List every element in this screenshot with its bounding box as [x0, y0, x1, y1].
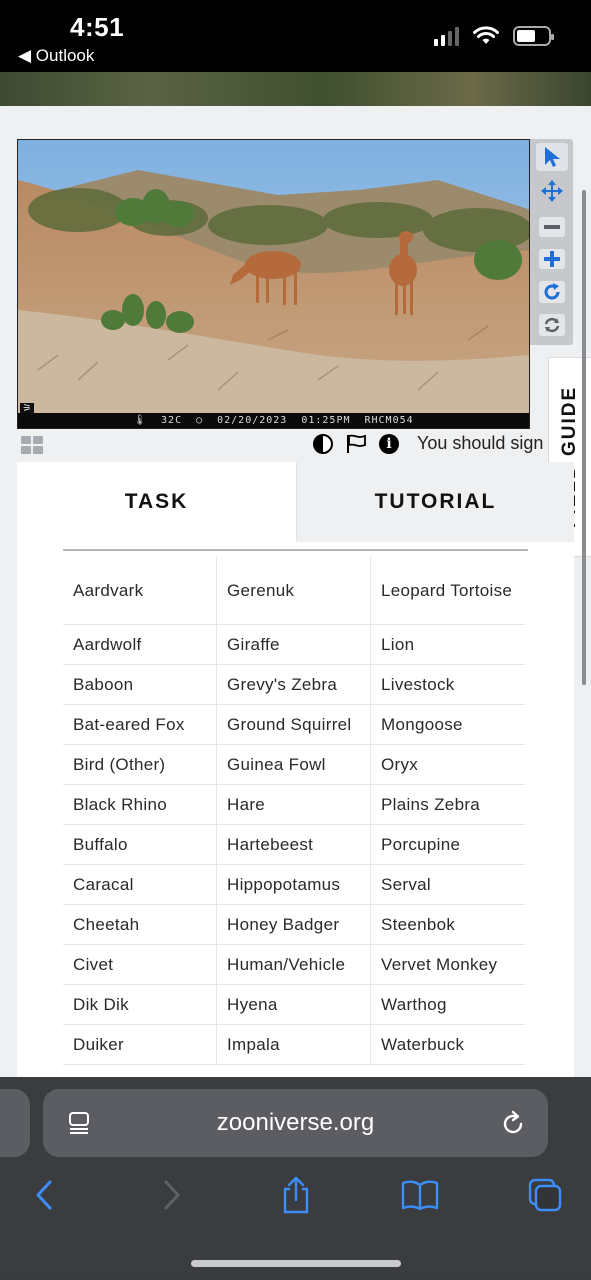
camera-info-strip: 🌡 32C ○ 02/20/2023 01:25PM RHCM054	[18, 413, 529, 428]
browser-toolbar: zooniverse.org	[0, 1077, 591, 1280]
species-choice-button[interactable]: Steenbok	[371, 905, 525, 945]
species-choice-button[interactable]: Vervet Monkey	[371, 945, 525, 985]
tabs-button[interactable]	[525, 1175, 565, 1215]
savanna-scene	[18, 140, 529, 428]
species-choice-button[interactable]: Livestock	[371, 665, 525, 705]
species-choice-button[interactable]: Caracal	[63, 865, 217, 905]
reload-icon[interactable]	[500, 1109, 526, 1137]
move-icon	[541, 180, 563, 202]
species-choice-button[interactable]: Giraffe	[217, 625, 371, 665]
chevron-right-icon	[164, 1180, 180, 1210]
bookmarks-button[interactable]	[400, 1175, 440, 1215]
species-choice-button[interactable]: Hyena	[217, 985, 371, 1025]
contrast-icon[interactable]	[313, 433, 333, 454]
species-choice-button[interactable]: Grevy's Zebra	[217, 665, 371, 705]
status-time: 4:51	[70, 12, 125, 42]
species-choice-button[interactable]: Bird (Other)	[63, 745, 217, 785]
tab-tutorial[interactable]: TUTORIAL	[296, 462, 574, 542]
page-scrollbar[interactable]	[582, 190, 586, 685]
species-choice-button[interactable]: Warthog	[371, 985, 525, 1025]
species-choice-grid: Aardvark Gerenuk Leopard Tortoise Aardwolf G…	[63, 557, 525, 1065]
subject-actions: i You should sign	[313, 433, 543, 454]
species-choice-button[interactable]: Lion	[371, 625, 525, 665]
reset-view-button[interactable]	[536, 311, 568, 339]
share-button[interactable]	[276, 1175, 316, 1215]
pan-tool-button[interactable]	[536, 177, 568, 205]
wifi-icon	[473, 26, 499, 44]
tab-task[interactable]: TASK	[17, 462, 296, 542]
species-choice-button[interactable]: Hippopotamus	[217, 865, 371, 905]
species-choice-button[interactable]: Dik Dik	[63, 985, 217, 1025]
photo-temperature: 32C	[161, 415, 183, 426]
battery-icon	[513, 26, 554, 46]
thumbnail-grid-icon[interactable]	[21, 436, 43, 454]
cursor-icon	[545, 147, 560, 167]
thermometer-icon: 🌡	[133, 415, 148, 426]
book-icon	[401, 1180, 439, 1211]
forward-button[interactable]	[152, 1175, 192, 1215]
select-tool-button[interactable]	[536, 143, 568, 171]
reset-icon	[539, 314, 565, 336]
home-indicator	[191, 1260, 401, 1267]
species-choice-button[interactable]: Black Rhino	[63, 785, 217, 825]
species-choice-button[interactable]: Human/Vehicle	[217, 945, 371, 985]
species-choice-button[interactable]: Oryx	[371, 745, 525, 785]
species-choice-button[interactable]: Waterbuck	[371, 1025, 525, 1065]
back-to-outlook-link[interactable]: ◀ Outlook	[18, 46, 94, 66]
status-bar: 4:51 ◀ Outlook	[0, 0, 591, 72]
species-choice-button[interactable]: Hartebeest	[217, 825, 371, 865]
moon-phase-icon: ○	[196, 415, 204, 426]
species-choice-button[interactable]: Gerenuk	[217, 557, 371, 625]
cellular-signal-icon	[434, 26, 459, 46]
photo-date: 02/20/2023	[217, 415, 288, 426]
species-choice-button[interactable]: Baboon	[63, 665, 217, 705]
species-choice-button[interactable]: Cheetah	[63, 905, 217, 945]
site-banner	[0, 72, 591, 106]
address-bar[interactable]: zooniverse.org	[43, 1089, 548, 1157]
rotate-button[interactable]	[536, 278, 568, 306]
species-choice-button[interactable]: Mongoose	[371, 705, 525, 745]
classifier-panel: TASK TUTORIAL Aardvark Gerenuk Leopard Tor…	[17, 462, 574, 1082]
share-icon	[283, 1176, 309, 1214]
zoom-out-button[interactable]	[536, 213, 568, 241]
minus-icon	[539, 217, 565, 237]
plus-icon	[539, 249, 565, 269]
info-icon[interactable]: i	[379, 433, 399, 454]
subject-meta-row: i You should sign	[17, 432, 557, 460]
image-toolbar	[530, 139, 573, 345]
species-choice-button[interactable]: Plains Zebra	[371, 785, 525, 825]
species-choice-button[interactable]: Civet	[63, 945, 217, 985]
camera-id: RHCM054	[364, 415, 414, 426]
species-choice-button[interactable]: Bat-eared Fox	[63, 705, 217, 745]
species-choice-button[interactable]: Impala	[217, 1025, 371, 1065]
photo-time: 01:25PM	[301, 415, 351, 426]
root: { "status_bar": { "time": "4:51", "back_…	[0, 0, 591, 1280]
species-choice-button[interactable]: Buffalo	[63, 825, 217, 865]
subject-image[interactable]: ⚞ 🌡 32C ○ 02/20/2023 01:25PM RHCM054	[17, 139, 530, 429]
previous-tab-preview[interactable]	[0, 1089, 30, 1157]
tabs-icon	[528, 1178, 562, 1212]
back-button[interactable]	[24, 1175, 64, 1215]
species-choice-button[interactable]: Guinea Fowl	[217, 745, 371, 785]
rotate-icon	[539, 281, 565, 303]
species-choice-button[interactable]: Aardvark	[63, 557, 217, 625]
flag-icon[interactable]	[345, 434, 367, 454]
species-choice-button[interactable]: Hare	[217, 785, 371, 825]
species-choice-button[interactable]: Leopard Tortoise	[371, 557, 525, 625]
zoom-in-button[interactable]	[536, 245, 568, 273]
status-indicators	[434, 26, 554, 46]
species-choice-button[interactable]: Aardwolf	[63, 625, 217, 665]
species-choice-button[interactable]: Duiker	[63, 1025, 217, 1065]
chevron-left-icon	[36, 1180, 52, 1210]
species-choice-button[interactable]: Honey Badger	[217, 905, 371, 945]
task-divider	[63, 549, 528, 551]
url-text: zooniverse.org	[216, 1109, 375, 1136]
species-choice-button[interactable]: Serval	[371, 865, 525, 905]
species-choice-button[interactable]: Porcupine	[371, 825, 525, 865]
species-choice-button[interactable]: Ground Squirrel	[217, 705, 371, 745]
sign-in-notice: You should sign	[417, 433, 544, 453]
